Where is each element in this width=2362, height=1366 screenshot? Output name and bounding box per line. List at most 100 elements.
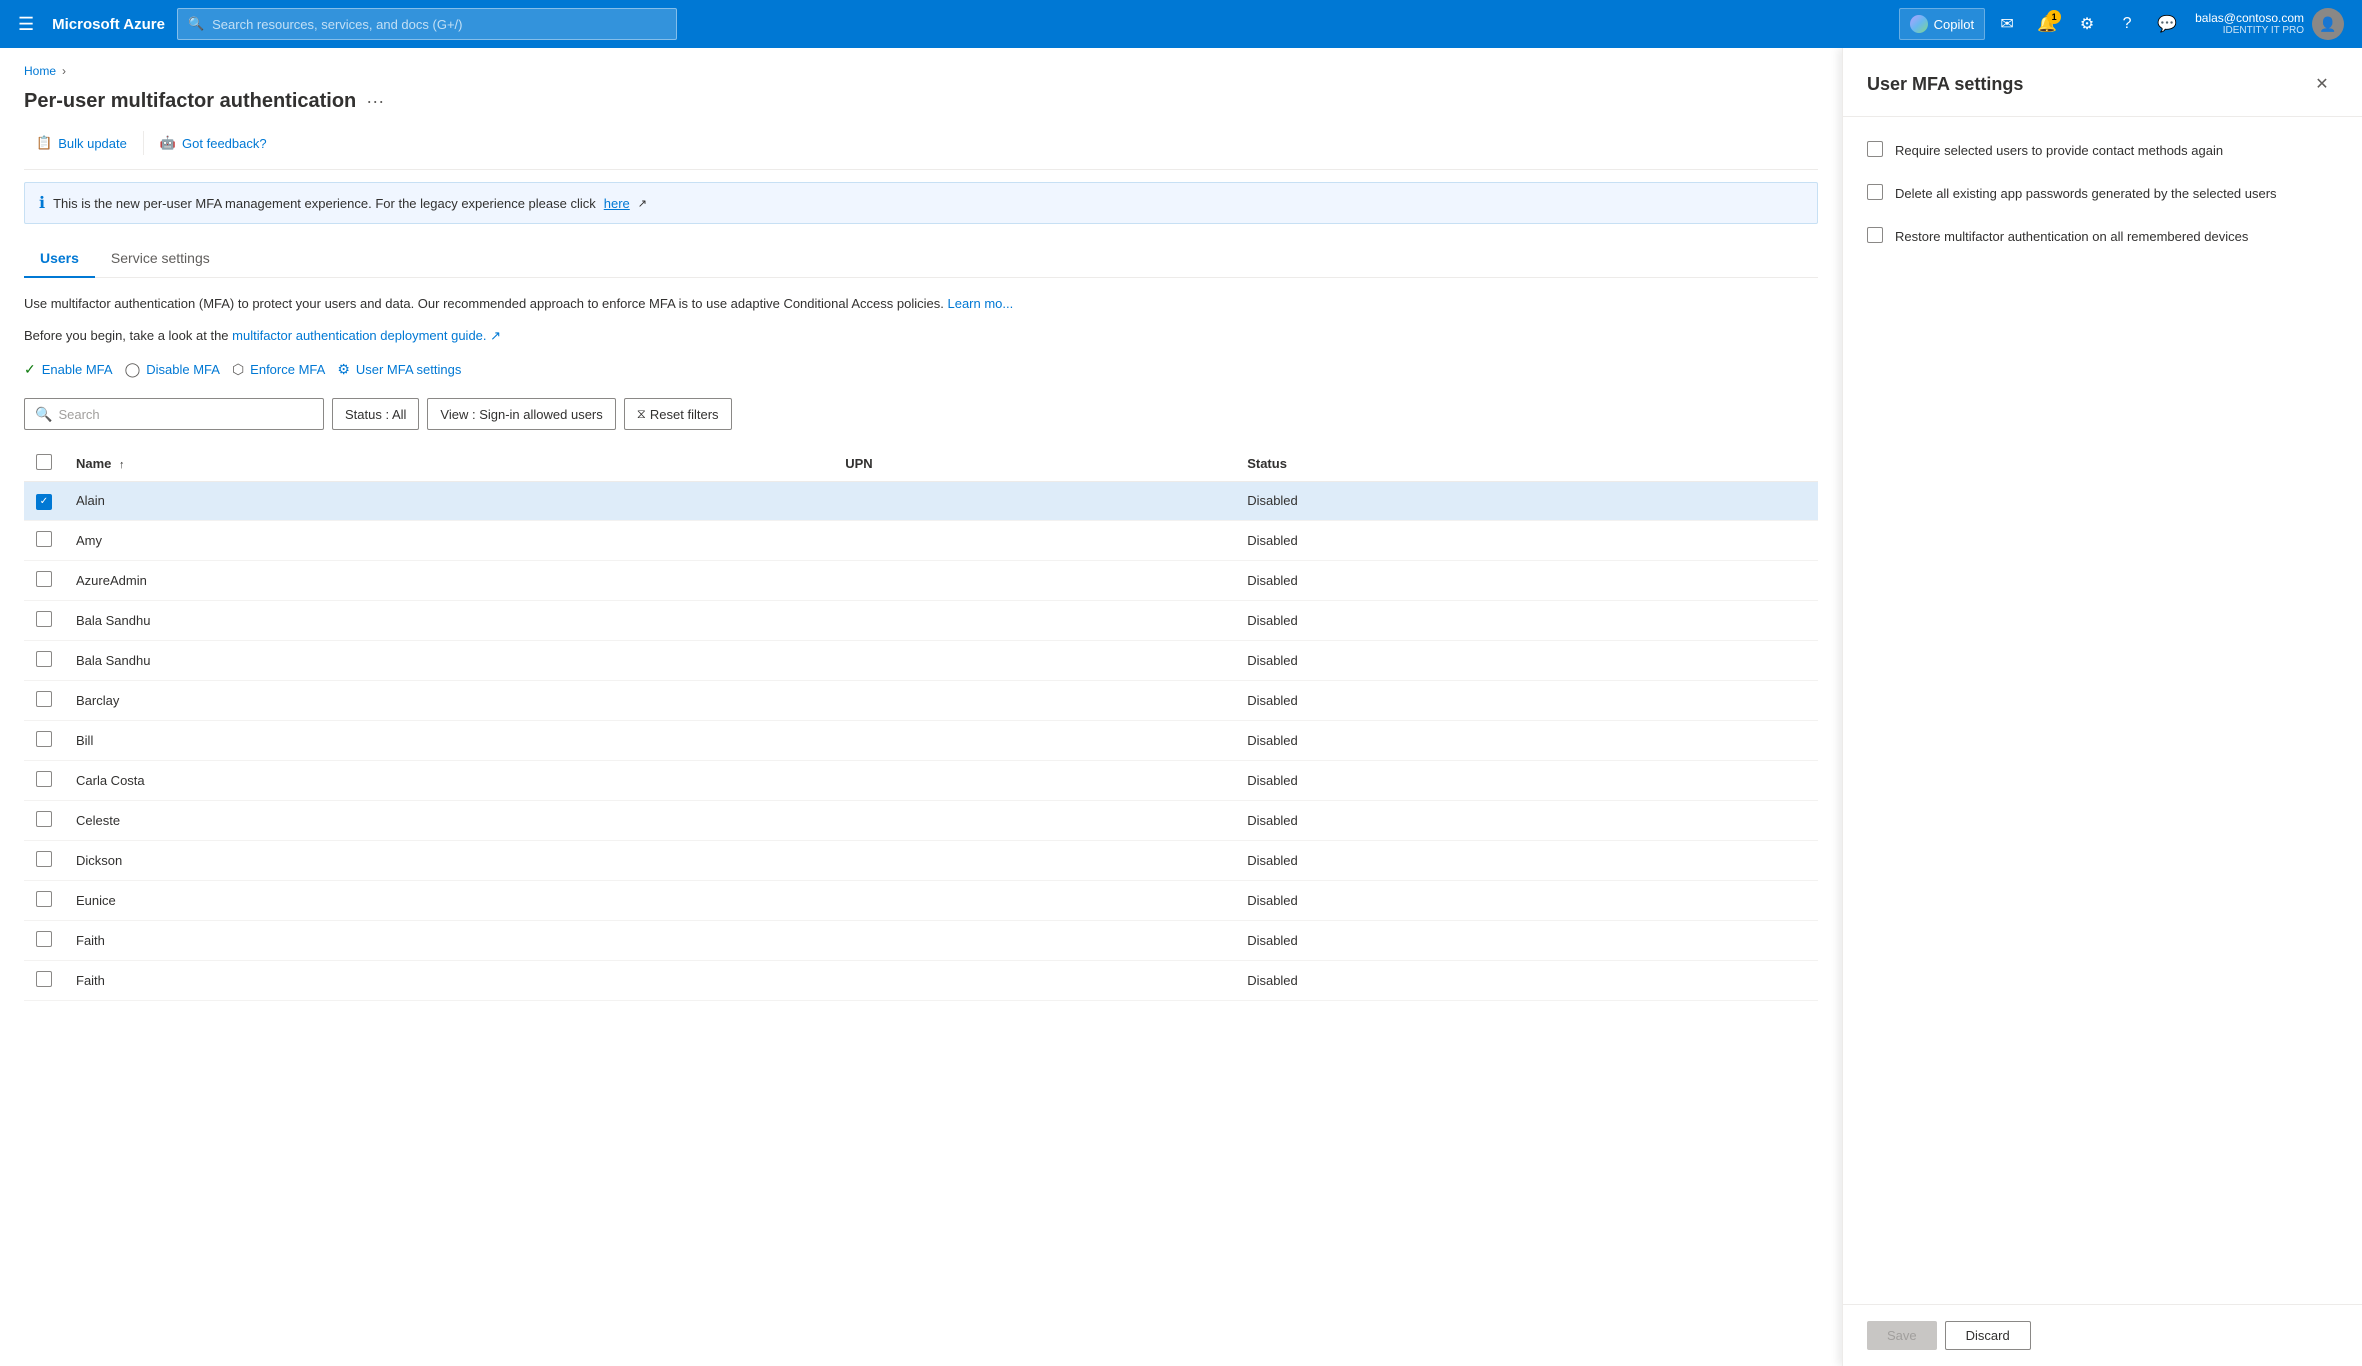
upn-column-header[interactable]: UPN [833, 446, 1235, 482]
chat-button[interactable]: 💬 [2149, 6, 2185, 42]
save-button[interactable]: Save [1867, 1321, 1937, 1350]
deployment-guide-link[interactable]: multifactor authentication deployment gu… [232, 328, 501, 343]
panel-option-checkbox-delete-passwords[interactable] [1867, 184, 1883, 200]
panel-option-checkbox-restore-mfa[interactable] [1867, 227, 1883, 243]
bulk-update-button[interactable]: 📋 Bulk update [24, 129, 139, 157]
search-input-wrap[interactable]: 🔍 [24, 398, 324, 430]
user-profile-button[interactable]: balas@contoso.com IDENTITY IT PRO 👤 [2189, 4, 2350, 44]
row-checkbox[interactable] [36, 931, 52, 947]
toolbar-divider [143, 131, 144, 155]
search-icon: 🔍 [188, 16, 204, 32]
row-name: AzureAdmin [64, 560, 833, 600]
row-checkbox[interactable] [36, 771, 52, 787]
page-menu-icon[interactable]: ··· [366, 91, 384, 112]
table-row[interactable]: Bala SandhuDisabled [24, 600, 1818, 640]
name-column-header[interactable]: Name ↑ [64, 446, 833, 482]
feedback-icon-button[interactable]: ✉ [1989, 6, 2025, 42]
user-mfa-settings-button[interactable]: ⚙ User MFA settings [337, 357, 461, 382]
row-upn [833, 520, 1235, 560]
settings-button[interactable]: ⚙ [2069, 6, 2105, 42]
disable-mfa-button[interactable]: ◯ Disable MFA [125, 357, 220, 382]
table-row[interactable]: ✓ Alain Disabled [24, 482, 1818, 521]
feedback-label: Got feedback? [182, 136, 267, 151]
row-checkbox[interactable] [36, 611, 52, 627]
row-upn [833, 760, 1235, 800]
panel-body: Require selected users to provide contac… [1843, 117, 2362, 1304]
info-banner: ℹ This is the new per-user MFA managemen… [24, 182, 1818, 224]
panel-footer: Save Discard [1843, 1304, 2362, 1366]
tab-service-settings[interactable]: Service settings [95, 240, 226, 278]
right-panel: User MFA settings ✕ Require selected use… [1842, 48, 2362, 1366]
row-name: Faith [64, 960, 833, 1000]
table-row[interactable]: FaithDisabled [24, 920, 1818, 960]
view-filter-button[interactable]: View : Sign-in allowed users [427, 398, 615, 430]
global-search-bar[interactable]: 🔍 [177, 8, 677, 40]
bulk-update-icon: 📋 [36, 135, 52, 151]
info-text: This is the new per-user MFA management … [53, 196, 596, 211]
user-mfa-settings-label: User MFA settings [356, 362, 461, 377]
row-checkbox[interactable] [36, 891, 52, 907]
row-checkbox[interactable] [36, 651, 52, 667]
reset-filters-button[interactable]: ⧖ Reset filters [624, 398, 732, 430]
row-upn [833, 920, 1235, 960]
row-checkbox[interactable] [36, 571, 52, 587]
panel-option-checkbox-require-contact[interactable] [1867, 141, 1883, 157]
status-column-header[interactable]: Status [1235, 446, 1818, 482]
row-checkbox[interactable] [36, 731, 52, 747]
row-upn [833, 640, 1235, 680]
help-button[interactable]: ? [2109, 6, 2145, 42]
row-upn [833, 720, 1235, 760]
row-checkbox[interactable] [36, 531, 52, 547]
enforce-mfa-icon: ⬡ [232, 361, 244, 378]
row-status: Disabled [1235, 482, 1818, 521]
tab-users[interactable]: Users [24, 240, 95, 278]
table-row[interactable]: BarclayDisabled [24, 680, 1818, 720]
info-link[interactable]: here [604, 196, 630, 211]
sort-icon: ↑ [119, 459, 125, 471]
row-name: Bala Sandhu [64, 640, 833, 680]
table-row[interactable]: Faith Disabled [24, 960, 1818, 1000]
table-row[interactable]: AzureAdminDisabled [24, 560, 1818, 600]
row-name: Alain [64, 482, 833, 521]
close-icon: ✕ [2315, 74, 2328, 94]
row-upn [833, 960, 1235, 1000]
main-layout: Home › Per-user multifactor authenticati… [0, 48, 2362, 1366]
table-row[interactable]: BillDisabled [24, 720, 1818, 760]
notifications-button[interactable]: 🔔 1 [2029, 6, 2065, 42]
table-row[interactable]: Carla CostaDisabled [24, 760, 1818, 800]
table-row[interactable]: Bala Sandhu Disabled [24, 640, 1818, 680]
page-title: Per-user multifactor authentication [24, 90, 356, 113]
row-checkbox[interactable]: ✓ [36, 494, 52, 510]
global-search-input[interactable] [212, 17, 666, 32]
row-checkbox-cell [24, 680, 64, 720]
row-checkbox[interactable] [36, 971, 52, 987]
enable-mfa-button[interactable]: ✓ Enable MFA [24, 357, 113, 382]
learn-more-link[interactable]: Learn mo... [947, 296, 1013, 311]
user-avatar[interactable]: 👤 [2312, 8, 2344, 40]
table-row[interactable]: CelesteDisabled [24, 800, 1818, 840]
row-status: Disabled [1235, 960, 1818, 1000]
table-row[interactable]: AmyDisabled [24, 520, 1818, 560]
row-checkbox[interactable] [36, 851, 52, 867]
row-checkbox[interactable] [36, 811, 52, 827]
table-row[interactable]: DicksonDisabled [24, 840, 1818, 880]
panel-close-button[interactable]: ✕ [2306, 68, 2338, 100]
hamburger-menu[interactable]: ☰ [12, 8, 40, 41]
select-all-checkbox[interactable] [36, 454, 52, 470]
row-status: Disabled [1235, 600, 1818, 640]
feedback-button[interactable]: 🤖 Got feedback? [148, 129, 279, 157]
breadcrumb-home[interactable]: Home [24, 64, 56, 78]
table-row[interactable]: EuniceDisabled [24, 880, 1818, 920]
discard-button[interactable]: Discard [1945, 1321, 2031, 1350]
row-status: Disabled [1235, 640, 1818, 680]
bulk-update-label: Bulk update [58, 136, 127, 151]
user-email: balas@contoso.com [2195, 11, 2304, 25]
status-filter-button[interactable]: Status : All [332, 398, 419, 430]
search-input[interactable] [58, 407, 313, 422]
row-status: Disabled [1235, 720, 1818, 760]
row-checkbox[interactable] [36, 691, 52, 707]
tabs: Users Service settings [24, 240, 1818, 278]
copilot-icon [1910, 15, 1928, 33]
enforce-mfa-button[interactable]: ⬡ Enforce MFA [232, 357, 325, 382]
copilot-button[interactable]: Copilot [1899, 8, 1985, 40]
